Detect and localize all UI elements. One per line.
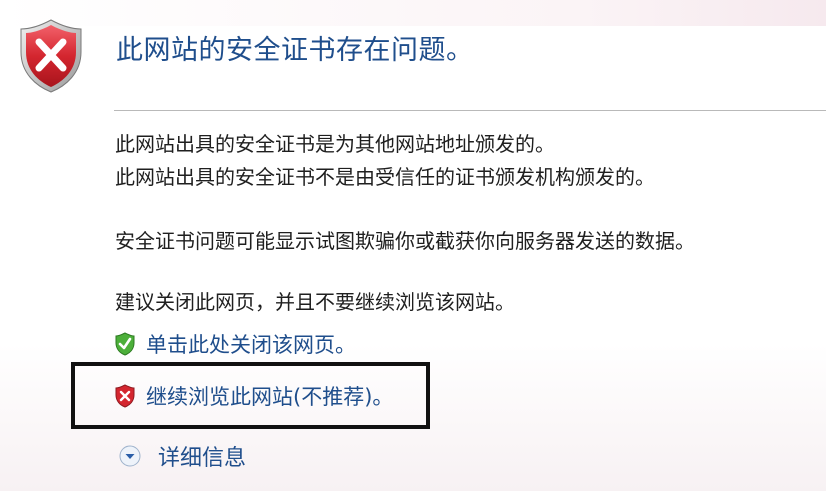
green-check-shield-icon [115, 332, 135, 356]
close-page-link[interactable]: 单击此处关闭该网页。 [114, 329, 356, 359]
close-page-label[interactable]: 单击此处关闭该网页。 [146, 329, 356, 359]
error-shield-icon [20, 19, 82, 93]
more-information-label[interactable]: 详细信息 [158, 440, 246, 472]
continue-to-site-label[interactable]: 继续浏览此网站(不推荐)。 [146, 381, 393, 411]
message-line-1: 此网站出具的安全证书是为其他网站地址颁发的。 [115, 132, 555, 156]
more-information-toggle[interactable]: 详细信息 [119, 440, 246, 472]
message-line-3: 安全证书问题可能显示试图欺骗你或截获你向服务器发送的数据。 [115, 229, 695, 253]
top-strip [0, 0, 826, 26]
divider [114, 110, 826, 111]
page-title: 此网站的安全证书存在问题。 [116, 35, 474, 66]
message-line-2: 此网站出具的安全证书不是由受信任的证书颁发机构颁发的。 [115, 165, 655, 189]
red-x-shield-icon [115, 384, 135, 408]
chevron-down-circle-icon [119, 445, 141, 467]
continue-to-site-link[interactable]: 继续浏览此网站(不推荐)。 [114, 381, 393, 411]
recommendation-text: 建议关闭此网页，并且不要继续浏览该网站。 [115, 290, 515, 314]
